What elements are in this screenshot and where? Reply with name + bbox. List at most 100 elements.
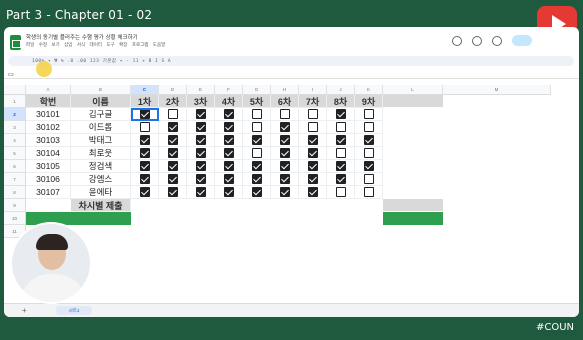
- student-id-cell[interactable]: 30101: [26, 108, 71, 121]
- checkbox-cell[interactable]: [271, 108, 299, 121]
- checkbox-unchecked[interactable]: [335, 122, 346, 132]
- document-title[interactable]: 학생의 동기별 플러주는 수행 평가 상황 체크하기: [26, 33, 138, 41]
- checkbox-checked[interactable]: [279, 148, 290, 158]
- checkbox-checked[interactable]: [335, 161, 346, 171]
- checkbox-cell[interactable]: [187, 160, 215, 173]
- checkbox-cell[interactable]: [243, 134, 271, 147]
- checkbox-checked[interactable]: [139, 161, 150, 171]
- checkbox-unchecked[interactable]: [251, 122, 262, 132]
- checkbox-cell[interactable]: [327, 134, 355, 147]
- checkbox-checked[interactable]: [223, 148, 234, 158]
- checkbox-cell[interactable]: [187, 121, 215, 134]
- checkbox-unchecked[interactable]: [335, 148, 346, 158]
- checkbox-checked[interactable]: [139, 109, 150, 119]
- checkbox-cell[interactable]: [131, 134, 159, 147]
- student-id-cell[interactable]: 30102: [26, 121, 71, 134]
- column-header-a[interactable]: A: [26, 85, 71, 95]
- checkbox-cell[interactable]: [271, 173, 299, 186]
- checkbox-cell[interactable]: [215, 108, 243, 121]
- student-id-cell[interactable]: 30104: [26, 147, 71, 160]
- checkbox-cell[interactable]: [159, 121, 187, 134]
- checkbox-checked[interactable]: [195, 122, 206, 132]
- checkbox-unchecked[interactable]: [307, 122, 318, 132]
- checkbox-cell[interactable]: [215, 173, 243, 186]
- student-id-cell[interactable]: 30103: [26, 134, 71, 147]
- checkbox-checked[interactable]: [195, 187, 206, 197]
- checkbox-cell[interactable]: [271, 186, 299, 199]
- checkbox-unchecked[interactable]: [251, 148, 262, 158]
- checkbox-cell[interactable]: [355, 160, 383, 173]
- checkbox-cell[interactable]: [243, 160, 271, 173]
- checkbox-cell[interactable]: [355, 186, 383, 199]
- checkbox-checked[interactable]: [307, 148, 318, 158]
- column-header-m[interactable]: M: [443, 85, 551, 95]
- checkbox-checked[interactable]: [335, 135, 346, 145]
- checkbox-cell[interactable]: [355, 108, 383, 121]
- checkbox-checked[interactable]: [279, 187, 290, 197]
- row-header-7[interactable]: 7: [4, 173, 26, 186]
- student-name-cell[interactable]: 김구글: [71, 108, 131, 121]
- checkbox-checked[interactable]: [279, 122, 290, 132]
- row-header-2[interactable]: 2: [4, 108, 26, 121]
- checkbox-checked[interactable]: [223, 109, 234, 119]
- checkbox-unchecked[interactable]: [307, 109, 318, 119]
- checkbox-cell[interactable]: [271, 121, 299, 134]
- row-header-10[interactable]: 10: [4, 212, 26, 225]
- checkbox-cell[interactable]: [355, 147, 383, 160]
- checkbox-cell[interactable]: [187, 108, 215, 121]
- checkbox-unchecked[interactable]: [279, 109, 290, 119]
- checkbox-cell[interactable]: [355, 134, 383, 147]
- name-box[interactable]: C2: [8, 72, 14, 77]
- checkbox-unchecked[interactable]: [335, 187, 346, 197]
- checkbox-cell[interactable]: [327, 160, 355, 173]
- student-name-cell[interactable]: 정검색: [71, 160, 131, 173]
- checkbox-checked[interactable]: [279, 161, 290, 171]
- checkbox-checked[interactable]: [167, 174, 178, 184]
- checkbox-checked[interactable]: [335, 174, 346, 184]
- checkbox-cell[interactable]: [187, 147, 215, 160]
- checkbox-cell[interactable]: [215, 134, 243, 147]
- checkbox-unchecked[interactable]: [363, 148, 374, 158]
- column-header-l[interactable]: L: [383, 85, 443, 95]
- history-icon[interactable]: [452, 35, 462, 46]
- checkbox-cell[interactable]: [355, 121, 383, 134]
- checkbox-cell[interactable]: [131, 173, 159, 186]
- checkbox-checked[interactable]: [307, 187, 318, 197]
- checkbox-checked[interactable]: [307, 174, 318, 184]
- checkbox-checked[interactable]: [223, 187, 234, 197]
- student-id-cell[interactable]: 30107: [26, 186, 71, 199]
- student-id-cell[interactable]: 30106: [26, 173, 71, 186]
- share-button[interactable]: [512, 35, 532, 46]
- sheet-tab[interactable]: 시트1: [56, 306, 92, 315]
- column-header-d[interactable]: D: [159, 85, 187, 95]
- checkbox-cell[interactable]: [327, 147, 355, 160]
- checkbox-cell[interactable]: [215, 147, 243, 160]
- checkbox-checked[interactable]: [363, 161, 374, 171]
- checkbox-checked[interactable]: [167, 148, 178, 158]
- checkbox-checked[interactable]: [223, 174, 234, 184]
- checkbox-cell[interactable]: [299, 147, 327, 160]
- row-header-1[interactable]: 1: [4, 95, 26, 108]
- sheets-logo-icon[interactable]: [10, 35, 21, 50]
- checkbox-unchecked[interactable]: [363, 109, 374, 119]
- row-header-5[interactable]: 5: [4, 147, 26, 160]
- checkbox-checked[interactable]: [223, 161, 234, 171]
- column-header-e[interactable]: E: [187, 85, 215, 95]
- meet-icon[interactable]: [492, 35, 502, 46]
- row-header-6[interactable]: 6: [4, 160, 26, 173]
- checkbox-cell[interactable]: [355, 173, 383, 186]
- student-name-cell[interactable]: 최로웃: [71, 147, 131, 160]
- checkbox-cell[interactable]: [327, 108, 355, 121]
- checkbox-cell[interactable]: [327, 173, 355, 186]
- checkbox-cell[interactable]: [215, 160, 243, 173]
- checkbox-cell[interactable]: [131, 186, 159, 199]
- checkbox-unchecked[interactable]: [251, 109, 262, 119]
- checkbox-cell[interactable]: [299, 108, 327, 121]
- checkbox-checked[interactable]: [167, 135, 178, 145]
- checkbox-checked[interactable]: [251, 174, 262, 184]
- checkbox-checked[interactable]: [195, 109, 206, 119]
- checkbox-checked[interactable]: [139, 135, 150, 145]
- checkbox-cell[interactable]: [159, 134, 187, 147]
- checkbox-checked[interactable]: [195, 135, 206, 145]
- checkbox-unchecked[interactable]: [363, 187, 374, 197]
